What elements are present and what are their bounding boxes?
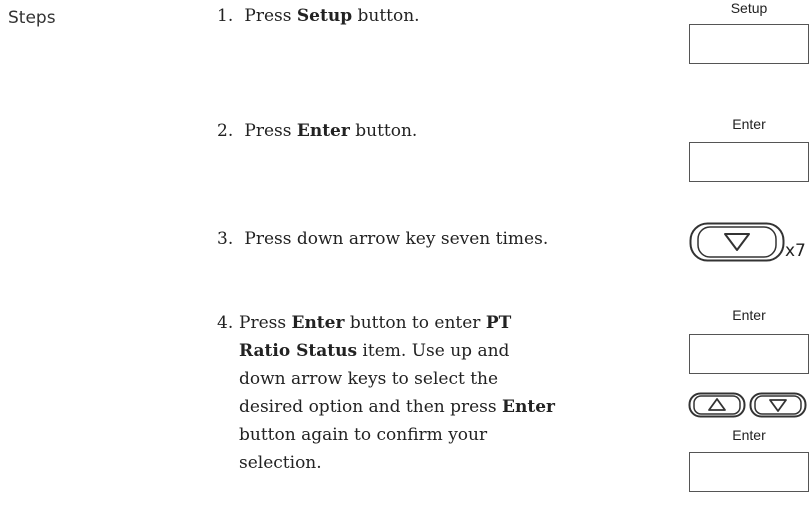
step-2-number: 2.	[217, 121, 234, 141]
step-1-number: 1.	[217, 6, 234, 26]
step-4-l2-post: item. Use up and	[357, 341, 510, 361]
step-2: 2. Press Enter button.	[217, 117, 417, 145]
step-4-l2-bold: Ratio Status	[239, 341, 358, 361]
step-1-text-pre: Press	[244, 6, 297, 26]
step-4-l6: selection.	[239, 453, 322, 473]
step-4-l1-bold2: PT	[485, 313, 512, 333]
enter-button-label-2: Enter	[732, 307, 766, 323]
enter-button-label: Enter	[732, 116, 766, 132]
step-4-l3: down arrow keys to select the	[239, 369, 499, 389]
step-3-text: Press down arrow key seven times.	[244, 229, 549, 249]
step-1-bold: Setup	[296, 6, 353, 26]
down-arrow-key-icon-2[interactable]	[749, 392, 807, 418]
step-4-l1-bold1: Enter	[291, 313, 345, 333]
setup-button[interactable]	[689, 24, 809, 64]
step-4-l4-bold: Enter	[502, 397, 555, 417]
enter-button-3[interactable]	[689, 452, 809, 492]
setup-button-label: Setup	[730, 0, 768, 16]
step-4-l1-mid: button to enter	[344, 313, 486, 333]
enter-button-label-3: Enter	[732, 427, 766, 443]
step-4-l4-pre: desired option and then press	[239, 397, 503, 417]
step-2-text-post: button.	[349, 121, 418, 141]
step-4: 4. Press Enter button to enter PT Ratio S…	[217, 309, 687, 477]
down-arrow-key-icon[interactable]	[689, 222, 785, 262]
step-3: 3. Press down arrow key seven times.	[217, 225, 548, 253]
repeat-count: x7	[785, 241, 806, 261]
section-label: Steps	[8, 8, 56, 28]
step-1: 1. Press Setup button.	[217, 2, 420, 30]
step-4-number: 4.	[217, 313, 234, 333]
up-arrow-key-icon[interactable]	[688, 392, 746, 418]
step-3-number: 3.	[217, 229, 234, 249]
step-4-l5: button again to confirm your	[239, 425, 488, 445]
step-4-l1-pre: Press	[239, 313, 292, 333]
enter-button-2[interactable]	[689, 334, 809, 374]
step-1-text-post: button.	[352, 6, 420, 26]
enter-button[interactable]	[689, 142, 809, 182]
step-2-text-pre: Press	[244, 121, 297, 141]
step-2-bold: Enter	[296, 121, 350, 141]
